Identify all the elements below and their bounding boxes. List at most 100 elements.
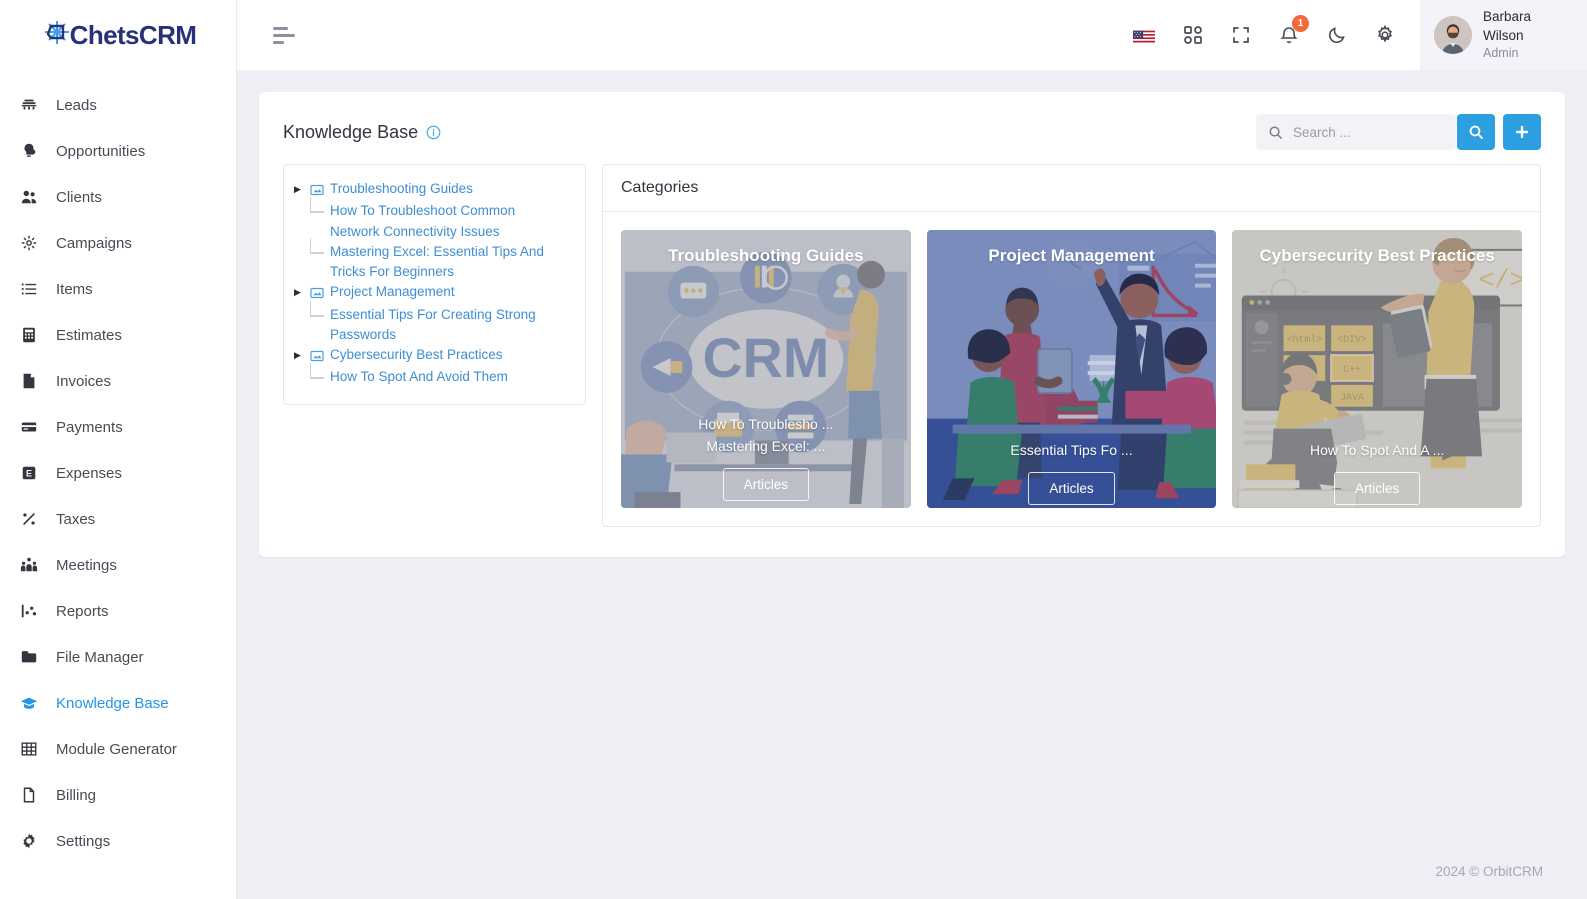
tree-child-item[interactable]: Essential Tips For Creating Strong Passw… — [294, 300, 573, 346]
expenses-icon: E — [20, 464, 38, 482]
search-input[interactable] — [1293, 124, 1444, 140]
billing-icon — [20, 786, 38, 804]
sidebar-item-label: File Manager — [56, 648, 144, 666]
sidebar-item-items[interactable]: Items — [0, 266, 236, 312]
category-card-troubleshooting-guides[interactable]: CRM — [621, 230, 911, 508]
taxes-icon — [20, 510, 38, 528]
search-box[interactable] — [1256, 114, 1456, 150]
sidebar-item-file-manager[interactable]: File Manager — [0, 634, 236, 680]
info-circle-icon[interactable] — [426, 125, 441, 140]
avatar — [1434, 16, 1472, 54]
sidebar-item-estimates[interactable]: Estimates — [0, 312, 236, 358]
sidebar: ChetsCRM Leads Opportunities Clients Cam… — [0, 0, 237, 899]
category-card-title: Cybersecurity Best Practices — [1259, 246, 1495, 265]
dark-mode-moon-icon[interactable] — [1324, 22, 1350, 48]
profile-name: Barbara Wilson — [1483, 9, 1532, 43]
categories-heading: Categories — [603, 165, 1540, 212]
add-article-button[interactable] — [1503, 114, 1541, 150]
settings-gear-icon[interactable] — [1372, 22, 1398, 48]
sidebar-item-knowledge-base[interactable]: Knowledge Base — [0, 680, 236, 726]
apps-grid-icon[interactable] — [1180, 22, 1206, 48]
footer: 2024 © OrbitCRM — [237, 843, 1587, 899]
search-icon — [1469, 125, 1483, 139]
tree-child-item[interactable]: How To Spot And Avoid Them — [294, 363, 573, 387]
category-folder-icon — [310, 179, 324, 197]
tree-elbow-connector — [308, 237, 330, 262]
search-button[interactable] — [1457, 114, 1495, 150]
grid-icon — [20, 740, 38, 758]
tree-child-label[interactable]: Mastering Excel: Essential Tips And Tric… — [330, 242, 560, 283]
sidebar-item-billing[interactable]: Billing — [0, 772, 236, 818]
svg-text:E: E — [26, 469, 32, 479]
sidebar-item-label: Expenses — [56, 464, 122, 482]
estimates-icon — [20, 326, 38, 344]
leads-icon — [20, 96, 38, 114]
notifications-bell-icon[interactable]: 1 — [1276, 15, 1309, 48]
category-card-cybersecurity-best-practices[interactable]: </> <html> <DIV> — [1232, 230, 1523, 508]
category-card-title: Project Management — [988, 246, 1155, 265]
sidebar-item-label: Meetings — [56, 556, 117, 574]
tree-child-item[interactable]: How To Troubleshoot Common Network Conne… — [294, 197, 573, 242]
topbar-icons: 1 — [1132, 15, 1420, 48]
notification-badge: 1 — [1292, 15, 1309, 32]
sidebar-item-meetings[interactable]: Meetings — [0, 542, 236, 588]
language-selector[interactable] — [1132, 22, 1158, 48]
topbar: 1 Barbara Wilson Admin — [237, 0, 1587, 70]
sidebar-item-reports[interactable]: Reports — [0, 588, 236, 634]
chevron-right-icon[interactable]: ▶ — [294, 282, 304, 297]
category-card-articles: Essential Tips Fo ... Articles — [927, 442, 1217, 505]
fullscreen-icon[interactable] — [1228, 22, 1254, 48]
sidebar-item-clients[interactable]: Clients — [0, 174, 236, 220]
panel-body: ▶ Troubleshooting Guides How To Troubles… — [259, 164, 1565, 557]
sidebar-item-leads[interactable]: Leads — [0, 82, 236, 128]
sidebar-item-payments[interactable]: Payments — [0, 404, 236, 450]
sidebar-item-label: Settings — [56, 832, 111, 850]
sidebar-item-settings[interactable]: Settings — [0, 818, 236, 864]
sidebar-item-label: Estimates — [56, 326, 122, 344]
copyright-text: 2024 © OrbitCRM — [1435, 863, 1543, 879]
article-link[interactable]: How To Troublesho ... — [698, 416, 833, 432]
user-profile[interactable]: Barbara Wilson Admin — [1420, 0, 1587, 70]
tree-node-root[interactable]: ▶ Troubleshooting Guides — [294, 179, 573, 199]
chevron-right-icon[interactable]: ▶ — [294, 345, 304, 360]
panel-header: Knowledge Base — [259, 92, 1565, 164]
tree-child-label[interactable]: Essential Tips For Creating Strong Passw… — [330, 305, 560, 346]
sidebar-item-label: Module Generator — [56, 740, 177, 758]
articles-button[interactable]: Articles — [1028, 472, 1115, 505]
article-link[interactable]: Essential Tips Fo ... — [1010, 442, 1132, 458]
tree-child-label[interactable]: How To Spot And Avoid Them — [330, 367, 508, 387]
sidebar-item-expenses[interactable]: E Expenses — [0, 450, 236, 496]
article-link[interactable]: How To Spot And A ... — [1310, 442, 1444, 458]
tree-node-label[interactable]: Troubleshooting Guides — [330, 179, 473, 199]
profile-role: Admin — [1483, 45, 1519, 60]
sidebar-item-module-generator[interactable]: Module Generator — [0, 726, 236, 772]
category-folder-icon — [310, 282, 324, 300]
content-area: Knowledge Base Search ... ▶ Troubleshoot… — [237, 70, 1587, 843]
chevron-right-icon[interactable]: ▶ — [294, 179, 304, 194]
sidebar-nav: Leads Opportunities Clients Campaigns It… — [0, 70, 236, 864]
campaigns-icon — [20, 234, 38, 252]
plus-icon — [1515, 125, 1529, 139]
category-card-project-management[interactable]: Project Management Essential Tips Fo ...… — [926, 230, 1217, 508]
tree-child-label[interactable]: How To Troubleshoot Common Network Conne… — [330, 201, 560, 242]
sidebar-item-campaigns[interactable]: Campaigns — [0, 220, 236, 266]
articles-button[interactable]: Articles — [722, 468, 809, 501]
articles-button[interactable]: Articles — [1334, 472, 1421, 505]
sidebar-item-taxes[interactable]: Taxes — [0, 496, 236, 542]
tree-node-root[interactable]: ▶ Project Management — [294, 282, 573, 302]
tree-node-label[interactable]: Cybersecurity Best Practices — [330, 345, 503, 365]
sidebar-item-label: Invoices — [56, 372, 112, 390]
graduation-cap-icon — [20, 694, 38, 712]
knowledge-base-panel: Knowledge Base Search ... ▶ Troubleshoot… — [259, 92, 1565, 557]
brand-logo[interactable]: ChetsCRM — [0, 0, 236, 70]
tree-child-item[interactable]: Mastering Excel: Essential Tips And Tric… — [294, 237, 573, 283]
categories-panel: Categories CRM — [602, 164, 1541, 527]
meetings-icon — [20, 556, 38, 574]
sidebar-item-invoices[interactable]: Invoices — [0, 358, 236, 404]
sidebar-item-opportunities[interactable]: Opportunities — [0, 128, 236, 174]
items-icon — [20, 280, 38, 298]
tree-node-label[interactable]: Project Management — [330, 282, 455, 302]
hamburger-menu-icon[interactable] — [273, 26, 295, 44]
article-link[interactable]: Mastering Excel: ... — [706, 438, 825, 454]
tree-node-root[interactable]: ▶ Cybersecurity Best Practices — [294, 345, 573, 365]
